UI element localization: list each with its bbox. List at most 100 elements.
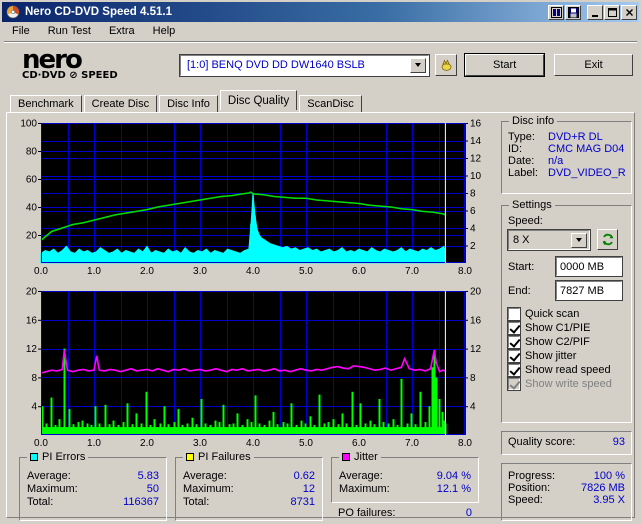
checkbox-show-read-speed[interactable]: Show read speed (507, 363, 625, 377)
menu-item-extra[interactable]: Extra (107, 24, 137, 38)
position-label: Position: (508, 482, 551, 494)
po-failures-label: PO failures: (338, 507, 396, 519)
svg-text:5.0: 5.0 (299, 438, 313, 449)
save-button[interactable] (565, 4, 581, 20)
speed-label: Speed: (508, 215, 543, 227)
disc-info-type-value: DVD+R DL (548, 131, 603, 143)
progress-label: Progress: (508, 470, 556, 482)
copy-to-clipboard-button[interactable] (548, 4, 564, 20)
svg-text:6.0: 6.0 (352, 438, 366, 449)
svg-text:0.0: 0.0 (34, 266, 48, 277)
drive-select-value: [1:0] BENQ DVD DD DW1640 BSLB (187, 59, 365, 71)
speed-row: Speed: 3.95 X (508, 494, 625, 506)
checkbox-show-c2-pif[interactable]: Show C2/PIF (507, 335, 625, 349)
progress-value: 100 % (593, 470, 625, 482)
table-row: Average: 0.62 (183, 470, 315, 483)
show-c1-pie-label: Show C1/PIE (525, 322, 591, 334)
progress-row: Progress: 100 % (508, 470, 625, 482)
show-c2-pif-checkbox-icon[interactable] (507, 335, 521, 349)
svg-text:5.0: 5.0 (299, 266, 313, 277)
pi-failures-legend: PI Failures (183, 451, 254, 463)
svg-text:1.0: 1.0 (87, 438, 101, 449)
svg-text:4: 4 (470, 224, 476, 235)
chevron-down-icon[interactable] (571, 232, 587, 248)
position-value: 7826 MB (580, 482, 625, 494)
checkbox-show-jitter[interactable]: Show jitter (507, 349, 625, 363)
speed-select[interactable]: 8 X (507, 228, 591, 251)
title-bar-buttons (548, 4, 637, 20)
svg-text:60: 60 (26, 175, 38, 186)
end-offset-input[interactable]: 7827 MB (555, 280, 623, 301)
checkbox-quick-scan[interactable]: Quick scan (507, 307, 625, 321)
table-row: Maximum: 12 (183, 483, 315, 496)
svg-text:4.0: 4.0 (246, 438, 260, 449)
pi-failures-average-label: Average: (183, 470, 227, 482)
tab-disc-info[interactable]: Disc Info (159, 95, 218, 112)
toolbar: nero CD·DVD ⊘ SPEED [1:0] BENQ DVD DD DW… (2, 43, 639, 87)
show-write-speed-checkbox-icon (507, 377, 521, 391)
disc-info-label-value: DVD_VIDEO_RE (548, 167, 626, 179)
position-row: Position: 7826 MB (508, 482, 625, 494)
quick-scan-checkbox-icon[interactable] (507, 307, 521, 321)
svg-text:3.0: 3.0 (193, 266, 207, 277)
pi-failures-stats: PI Failures Average: 0.62 Maximum: 12 To… (175, 451, 323, 521)
start-button[interactable]: Start (464, 53, 546, 77)
svg-text:4: 4 (470, 402, 476, 413)
svg-text:80: 80 (26, 147, 38, 158)
table-row: Average: 5.83 (27, 470, 159, 483)
pi-errors-title: PI Errors (42, 451, 86, 463)
jitter-average-label: Average: (339, 470, 383, 482)
disc-info-label-label: Label: (508, 167, 538, 179)
menu-item-help[interactable]: Help (151, 24, 178, 38)
disc-info-id-label: ID: (508, 143, 523, 155)
pi-failures-color-swatch (186, 453, 194, 461)
disc-info-id-value: CMC MAG D04 (548, 143, 625, 155)
exit-button[interactable]: Exit (554, 54, 633, 76)
eject-disc-icon[interactable] (435, 54, 458, 76)
window-title: Nero CD-DVD Speed 4.51.1 (25, 6, 172, 18)
svg-text:14: 14 (470, 136, 482, 147)
speed-select-value: 8 X (513, 233, 530, 246)
pi-failures-maximum-value: 12 (302, 483, 315, 495)
svg-text:16: 16 (470, 315, 482, 326)
current-speed-value: 3.95 X (593, 494, 625, 506)
svg-text:8: 8 (31, 373, 37, 384)
svg-text:4.0: 4.0 (246, 266, 260, 277)
svg-text:4: 4 (31, 402, 37, 413)
table-row: Maximum: 50 (27, 483, 159, 496)
pi-errors-maximum-value: 50 (146, 483, 159, 495)
tab-scandisc[interactable]: ScanDisc (299, 95, 362, 112)
svg-text:8: 8 (470, 373, 476, 384)
checkbox-show-c1-pie[interactable]: Show C1/PIE (507, 321, 625, 335)
disc-info-title: Disc info (509, 115, 558, 127)
minimize-button[interactable] (587, 4, 603, 20)
tab-create-disc[interactable]: Create Disc (83, 95, 158, 112)
jitter-maximum-label: Maximum: (339, 483, 390, 495)
svg-text:16: 16 (26, 315, 38, 326)
tab-disc-quality[interactable]: Disc Quality (219, 90, 298, 110)
show-read-speed-checkbox-icon[interactable] (507, 363, 521, 377)
menu-item-run-test[interactable]: Run Test (46, 24, 93, 38)
logo-subtitle-text: CD·DVD ⊘ SPEED (22, 69, 118, 81)
disc-info-group: Disc info Type: DVD+R DL ID: CMC MAG D04… (501, 115, 632, 194)
progress-group: Progress: 100 % Position: 7826 MB Speed:… (501, 463, 632, 521)
chevron-down-icon[interactable] (410, 57, 427, 73)
show-c1-pie-checkbox-icon[interactable] (507, 321, 521, 335)
refresh-icon[interactable] (597, 229, 618, 250)
show-jitter-checkbox-icon[interactable] (507, 349, 521, 363)
svg-text:20: 20 (26, 287, 38, 298)
svg-text:3.0: 3.0 (193, 438, 207, 449)
close-button[interactable] (621, 4, 637, 20)
pi-failures-title: PI Failures (198, 451, 251, 463)
svg-text:40: 40 (26, 203, 38, 214)
start-offset-label: Start: (508, 260, 535, 273)
drive-select[interactable]: [1:0] BENQ DVD DD DW1640 BSLB (178, 53, 431, 77)
app-window: Nero CD-DVD Speed 4.51.1 File Run Test E… (0, 0, 641, 524)
pi-errors-total-value: 116367 (123, 496, 159, 508)
start-offset-input[interactable]: 0000 MB (555, 256, 623, 277)
maximize-button[interactable] (604, 4, 620, 20)
menu-item-file[interactable]: File (10, 24, 32, 38)
tab-benchmark[interactable]: Benchmark (10, 95, 82, 112)
svg-text:6: 6 (470, 206, 476, 217)
svg-text:7.0: 7.0 (405, 438, 419, 449)
